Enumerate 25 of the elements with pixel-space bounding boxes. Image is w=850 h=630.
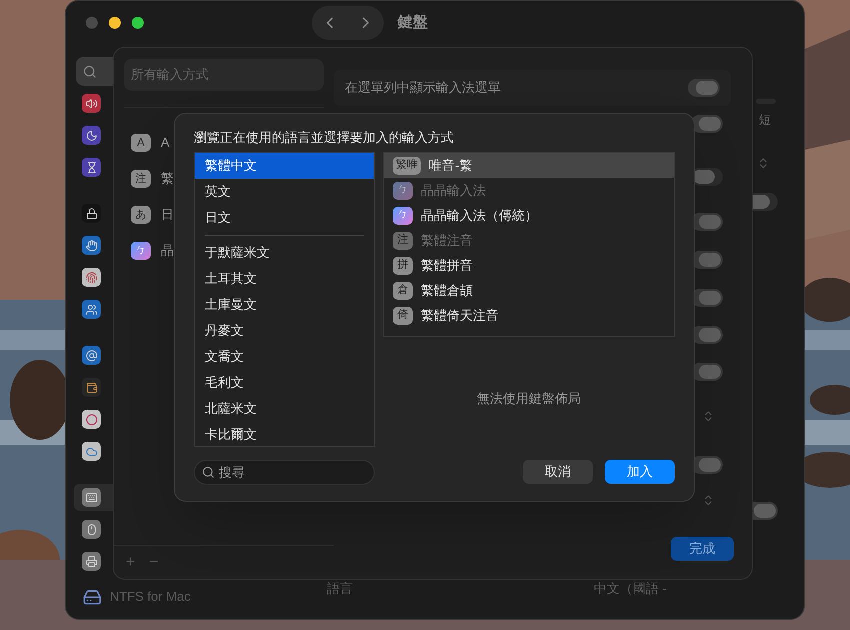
setting-label: 在選單列中顯示輸入法選單 <box>345 79 501 98</box>
input-method-label: 繁體倚天注音 <box>421 306 500 325</box>
input-method-label: 繁體倉頡 <box>421 282 474 300</box>
window-title: 鍵盤 <box>398 12 428 33</box>
slider-label: 短 <box>759 112 771 129</box>
input-method-badge: ㄅ <box>393 182 414 200</box>
input-method-badge: 注 <box>393 232 414 250</box>
input-method-badge: 倚 <box>393 306 414 324</box>
input-method-badge: A <box>131 134 151 152</box>
language-label: 語言 <box>327 580 353 598</box>
input-method-badge: 倉 <box>393 282 414 300</box>
input-method-badge: ㄅ <box>393 206 414 224</box>
language-value: 中文（國語 - <box>594 580 667 598</box>
input-method-label: 唯音-繁 <box>429 156 473 175</box>
empty-message: 無法使用鍵盤佈局 <box>477 390 582 408</box>
dialog-title: 瀏覽正在使用的語言並選擇要加入的輸入方式 <box>194 129 455 147</box>
input-method-label: 晶晶輸入法（傳統） <box>421 206 538 225</box>
input-method-label: 繁體拼音 <box>421 256 474 275</box>
input-method-badge: 拼 <box>393 256 414 274</box>
input-method-badge: あ <box>131 206 151 224</box>
input-method-badge: ㄅ <box>131 242 151 260</box>
input-method-label: 繁體注音 <box>421 232 474 250</box>
input-method-badge: 注 <box>131 170 151 188</box>
input-method-label: 晶晶輸入法 <box>421 182 486 200</box>
input-method-badge: 繁唯 <box>393 156 422 174</box>
